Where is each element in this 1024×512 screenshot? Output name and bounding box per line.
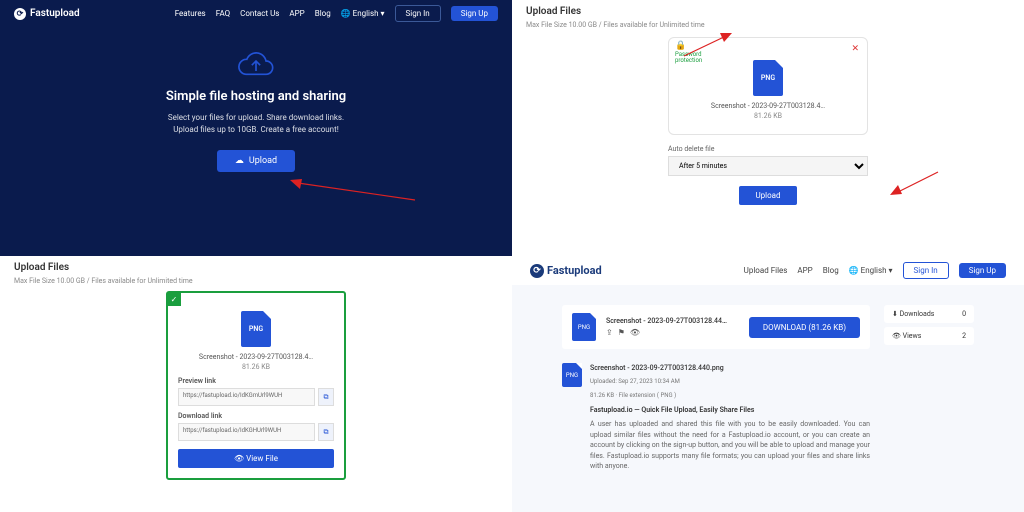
logo[interactable]: ⟳Fastupload: [14, 8, 80, 20]
hero-sub1: Select your files for upload. Share down…: [20, 112, 492, 124]
autodelete-label: Auto delete file: [668, 145, 868, 153]
preview-link-label: Preview link: [178, 377, 334, 385]
annotation-arrow: [890, 170, 940, 198]
file-size: 81.26 KB: [178, 363, 334, 371]
annotation-arrow: [682, 30, 732, 58]
size-ext: 81.26 KB · File extension ( PNG ): [590, 391, 870, 400]
uploaded-time: Uploaded: Sep 27, 2023 10:34 AM: [590, 377, 870, 386]
section-title: Upload Files: [526, 6, 1010, 17]
download-link-label: Download link: [178, 412, 334, 420]
upload-button[interactable]: ☁Upload: [217, 150, 295, 172]
download-link-input[interactable]: https://fastupload.io/IdKGHUrl9WUH: [178, 423, 315, 441]
signin-button[interactable]: Sign In: [903, 262, 949, 279]
upload-button[interactable]: Upload: [739, 186, 796, 205]
logo[interactable]: ⟳Fastupload: [530, 264, 602, 278]
signup-button[interactable]: Sign Up: [451, 6, 498, 21]
autodelete-select[interactable]: After 5 minutes: [668, 156, 868, 176]
signin-button[interactable]: Sign In: [395, 5, 441, 22]
nav-features[interactable]: Features: [175, 9, 206, 18]
section-title: Upload Files: [14, 262, 498, 273]
copy-icon[interactable]: ⧉: [318, 423, 334, 441]
lang-selector[interactable]: 🌐 English ▾: [341, 9, 385, 18]
close-icon[interactable]: ✕: [851, 44, 859, 54]
eye-icon[interactable]: 👁: [630, 328, 640, 337]
description: A user has uploaded and shared this file…: [590, 419, 870, 472]
flag-icon[interactable]: ⚑: [618, 328, 625, 337]
nav-blog[interactable]: Blog: [823, 266, 839, 275]
file-name: Screenshot - 2023-09-27T003128.44…: [606, 317, 739, 325]
nav-contact[interactable]: Contact Us: [240, 9, 279, 18]
file-name: Screenshot - 2023-09-27T003128.4…: [683, 102, 853, 110]
nav-upload[interactable]: Upload Files: [744, 266, 788, 275]
lang-selector[interactable]: 🌐 English ▾: [849, 266, 893, 275]
file-name-full: Screenshot - 2023-09-27T003128.440.png: [590, 363, 870, 374]
tagline: Fastupload.io — Quick File Upload, Easil…: [590, 405, 870, 416]
upload-meta: Max File Size 10.00 GB / Files available…: [526, 21, 1010, 29]
download-button[interactable]: DOWNLOAD (81.26 KB): [749, 317, 860, 338]
cloud-upload-icon: [236, 51, 276, 81]
file-name: Screenshot - 2023-09-27T003128.4…: [178, 353, 334, 361]
nav-blog[interactable]: Blog: [315, 9, 331, 18]
stat-views: 👁 Views2: [884, 327, 974, 345]
file-icon: PNG: [572, 313, 596, 341]
file-icon: PNG: [753, 60, 783, 96]
file-icon: PNG: [562, 363, 582, 387]
nav-app[interactable]: APP: [289, 9, 304, 18]
file-row: PNG Screenshot - 2023-09-27T003128.44… ⇪…: [562, 305, 870, 349]
hero-title: Simple file hosting and sharing: [20, 89, 492, 104]
share-icon[interactable]: ⇪: [606, 328, 613, 337]
stat-downloads: ⬇ Downloads0: [884, 305, 974, 323]
file-card: ✓ PNG Screenshot - 2023-09-27T003128.4… …: [166, 291, 346, 480]
annotation-arrow: [290, 175, 420, 205]
copy-icon[interactable]: ⧉: [318, 388, 334, 406]
file-icon: PNG: [241, 311, 271, 347]
nav-faq[interactable]: FAQ: [216, 9, 230, 18]
hero-sub2: Upload files up to 10GB. Create a free a…: [20, 124, 492, 136]
upload-meta: Max File Size 10.00 GB / Files available…: [14, 277, 498, 285]
file-size: 81.26 KB: [683, 112, 853, 120]
view-file-button[interactable]: 👁 View File: [178, 449, 334, 468]
check-icon: ✓: [167, 292, 181, 306]
nav-app[interactable]: APP: [797, 266, 812, 275]
preview-link-input[interactable]: https://fastupload.io/IdKGmUrl9WUH: [178, 388, 315, 406]
signup-button[interactable]: Sign Up: [959, 263, 1006, 278]
cloud-icon: ☁: [235, 156, 244, 166]
